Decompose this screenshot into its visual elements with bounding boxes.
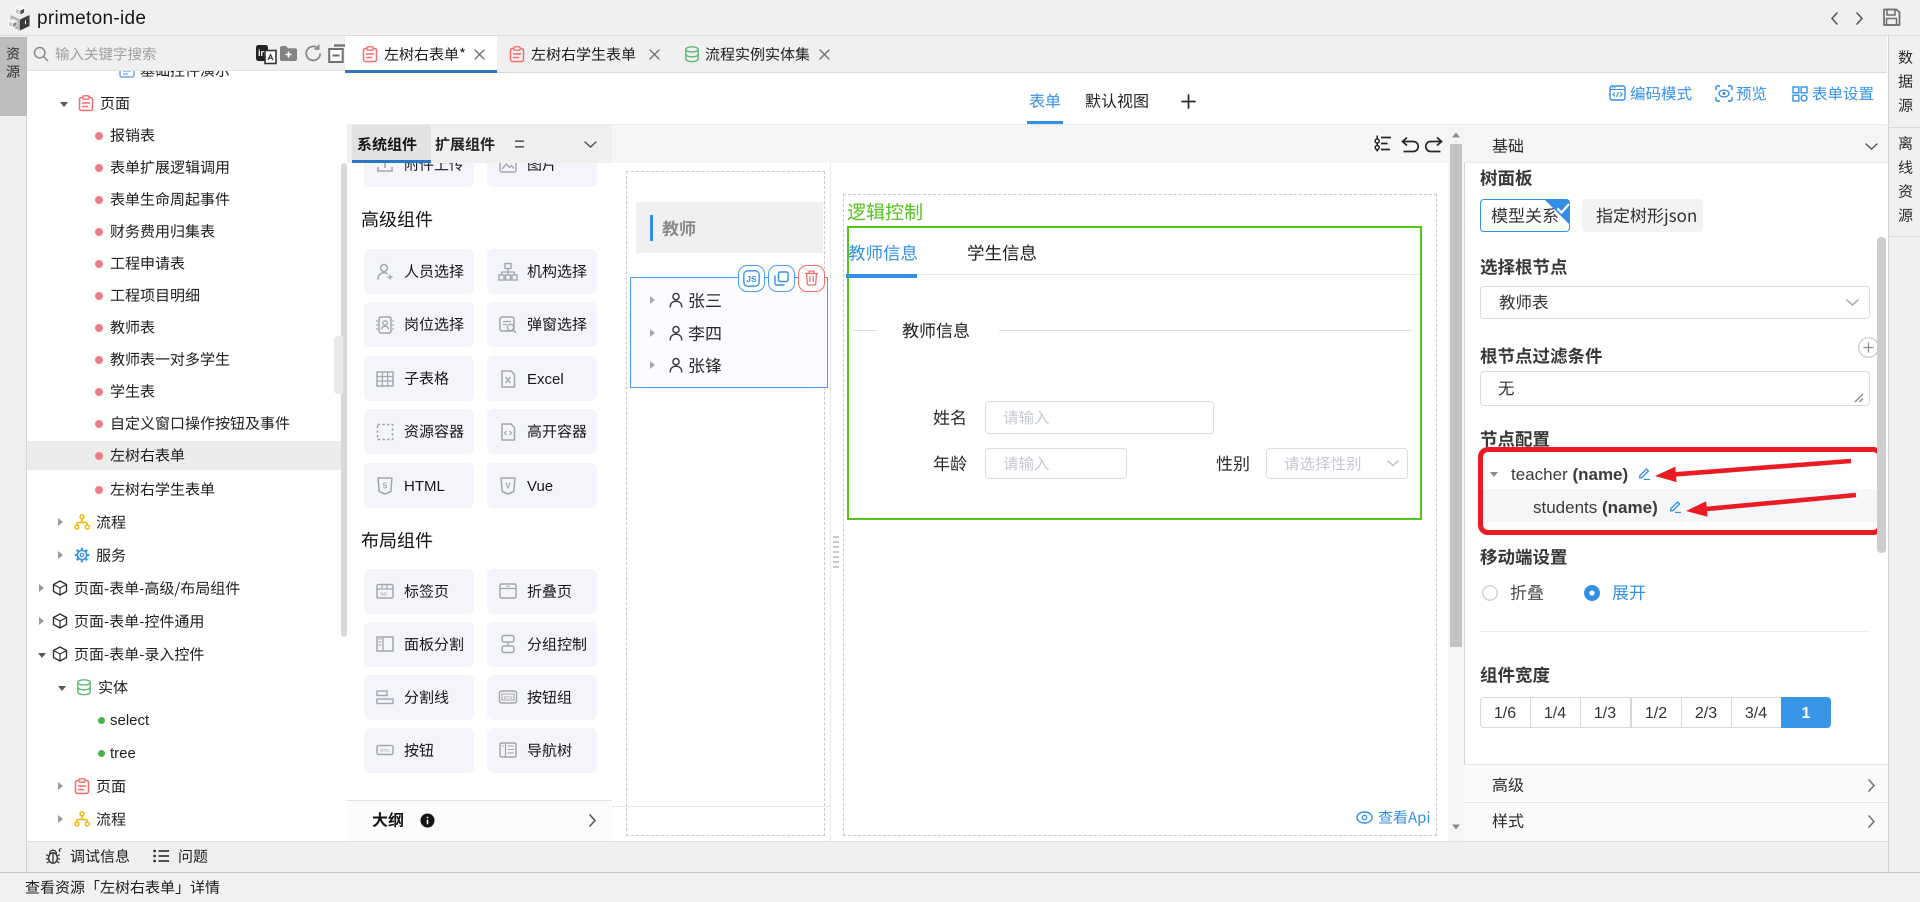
svg-text:JS: JS [746, 274, 757, 284]
svg-text:5: 5 [383, 481, 388, 490]
svg-text:V: V [505, 481, 511, 490]
svg-text:BTN: BTN [380, 748, 389, 753]
svg-text:BTN: BTN [504, 695, 513, 700]
svg-text:Tab: Tab [380, 592, 388, 597]
